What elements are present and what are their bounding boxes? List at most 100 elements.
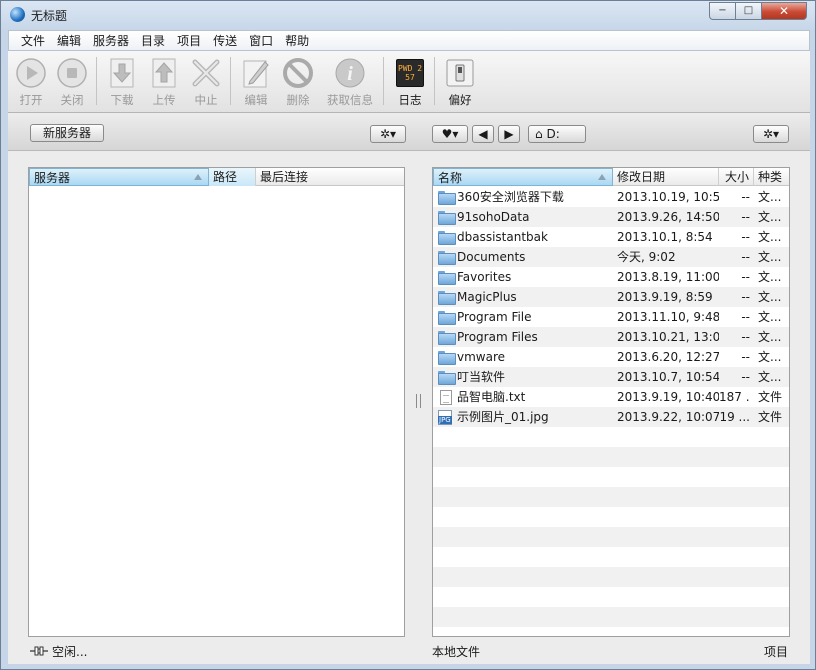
menu-server[interactable]: 服务器 (87, 32, 135, 49)
folder-icon (438, 351, 456, 365)
column-modified[interactable]: 修改日期 (613, 168, 719, 186)
server-list-pane: 服务器 路径 最后连接 (28, 167, 405, 637)
pane-splitter-handle[interactable] (416, 394, 421, 408)
back-button[interactable]: ◀ (472, 125, 494, 143)
menu-edit[interactable]: 编辑 (51, 32, 87, 49)
minimize-button[interactable]: − (709, 2, 735, 20)
empty-row (433, 627, 789, 636)
file-row[interactable]: 品智电脑.txt 2013.9.19, 10:40 187 ... 文件 (433, 387, 789, 407)
column-name[interactable]: 名称 (433, 168, 613, 186)
sort-ascending-icon (194, 174, 202, 180)
file-row[interactable]: Documents 今天, 9:02 -- 文... (433, 247, 789, 267)
file-kind: 文... (758, 230, 782, 244)
maximize-button[interactable]: □ (735, 2, 761, 20)
column-kind[interactable]: 种类 (754, 168, 789, 186)
empty-row (433, 507, 789, 527)
file-name: Documents (457, 250, 526, 264)
column-last-connected[interactable]: 最后连接 (256, 168, 404, 186)
light-switch-icon (444, 57, 476, 89)
folder-icon (438, 331, 456, 345)
file-kind: 文... (758, 290, 782, 304)
file-row[interactable]: vmware 2013.6.20, 12:27 -- 文... (433, 347, 789, 367)
cross-icon (190, 57, 222, 89)
menu-directory[interactable]: 目录 (135, 32, 171, 49)
empty-row (433, 527, 789, 547)
open-button[interactable]: 打开 (9, 57, 53, 109)
file-row[interactable]: dbassistantbak 2013.10.1, 8:54 -- 文... (433, 227, 789, 247)
menu-item-project[interactable]: 项目 (171, 32, 207, 49)
menu-help[interactable]: 帮助 (279, 32, 315, 49)
sort-ascending-icon (598, 174, 606, 180)
file-size: -- (741, 270, 750, 284)
main-area: 打开 关闭 下载 上传 中止 编辑 删除 i 获取信息 PWD 257 日志 偏… (8, 51, 810, 664)
download-icon (106, 57, 138, 89)
bookmarks-menu-button[interactable]: ♥▾ (432, 125, 468, 143)
column-path[interactable]: 路径 (209, 168, 256, 186)
file-name: Favorites (457, 270, 512, 284)
menu-transfer[interactable]: 传送 (207, 32, 243, 49)
file-name: Program Files (457, 330, 538, 344)
folder-icon (438, 251, 456, 265)
toolbar-separator (96, 57, 97, 105)
close-window-button[interactable]: ✕ (761, 2, 807, 20)
folder-icon (438, 371, 456, 385)
upload-button[interactable]: 上传 (142, 57, 186, 109)
menu-window[interactable]: 窗口 (243, 32, 279, 49)
play-icon (15, 57, 47, 89)
close-connection-button[interactable]: 关闭 (50, 57, 94, 109)
delete-button[interactable]: 删除 (276, 57, 320, 109)
local-file-pane: 名称 修改日期 大小 种类 360安全浏览器下载 2013.10.19, 10:… (432, 167, 790, 637)
text-file-icon (440, 390, 452, 405)
connection-plug-icon (30, 646, 48, 656)
menu-bar: 文件 编辑 服务器 目录 项目 传送 窗口 帮助 (8, 30, 810, 51)
current-path: D: (546, 127, 560, 141)
stop-circle-icon (56, 57, 88, 89)
download-button[interactable]: 下载 (100, 57, 144, 109)
folder-icon (438, 311, 456, 325)
empty-row (433, 567, 789, 587)
file-date: 2013.9.22, 10:07 (617, 410, 719, 424)
file-size: -- (741, 370, 750, 384)
local-files-label: 本地文件 (432, 645, 481, 659)
edit-label: 编辑 (244, 93, 268, 107)
window-controls: − □ ✕ (709, 2, 807, 20)
preferences-button[interactable]: 偏好 (438, 57, 482, 109)
file-row[interactable]: Program Files 2013.10.21, 13:08 -- 文... (433, 327, 789, 347)
file-date: 2013.11.10, 9:48 (617, 310, 719, 324)
empty-row (433, 547, 789, 567)
file-size: 19 ... (719, 410, 750, 424)
file-name: 示例图片_01.jpg (457, 410, 549, 424)
new-server-button[interactable]: 新服务器 (30, 124, 104, 142)
column-size[interactable]: 大小 (719, 168, 754, 186)
title-bar[interactable]: 无标题 − □ ✕ (1, 1, 815, 30)
file-size: -- (741, 290, 750, 304)
log-console-text: PWD 257 (396, 59, 424, 87)
jpg-badge: JPG (438, 416, 452, 424)
path-selector[interactable]: ⌂ D: (528, 125, 586, 143)
file-row[interactable]: MagicPlus 2013.9.19, 8:59 -- 文... (433, 287, 789, 307)
file-row[interactable]: Favorites 2013.8.19, 11:00 -- 文... (433, 267, 789, 287)
file-row[interactable]: Program File 2013.11.10, 9:48 -- 文... (433, 307, 789, 327)
log-button[interactable]: PWD 257 日志 (388, 57, 432, 109)
file-kind: 文... (758, 350, 782, 364)
file-row[interactable]: 叮当软件 2013.10.7, 10:54 -- 文... (433, 367, 789, 387)
menu-file[interactable]: 文件 (15, 32, 51, 49)
folder-icon (438, 231, 456, 245)
forward-button[interactable]: ▶ (498, 125, 520, 143)
file-name: 360安全浏览器下载 (457, 190, 564, 204)
file-row[interactable]: 360安全浏览器下载 2013.10.19, 10:53 -- 文... (433, 187, 789, 207)
file-kind: 文... (758, 310, 782, 324)
left-gear-menu-button[interactable]: ✲▾ (370, 125, 406, 143)
file-row[interactable]: JPG 示例图片_01.jpg 2013.9.22, 10:07 19 ... … (433, 407, 789, 427)
right-gear-menu-button[interactable]: ✲▾ (753, 125, 789, 143)
edit-button[interactable]: 编辑 (234, 57, 278, 109)
home-icon: ⌂ (535, 127, 543, 141)
get-info-button[interactable]: i 获取信息 (320, 57, 380, 109)
folder-icon (438, 271, 456, 285)
file-kind: 文... (758, 330, 782, 344)
column-server[interactable]: 服务器 (29, 168, 209, 186)
file-row[interactable]: 91sohoData 2013.9.26, 14:50 -- 文... (433, 207, 789, 227)
stop-transfer-button[interactable]: 中止 (184, 57, 228, 109)
file-kind: 文... (758, 190, 782, 204)
file-date: 2013.9.26, 14:50 (617, 210, 719, 224)
